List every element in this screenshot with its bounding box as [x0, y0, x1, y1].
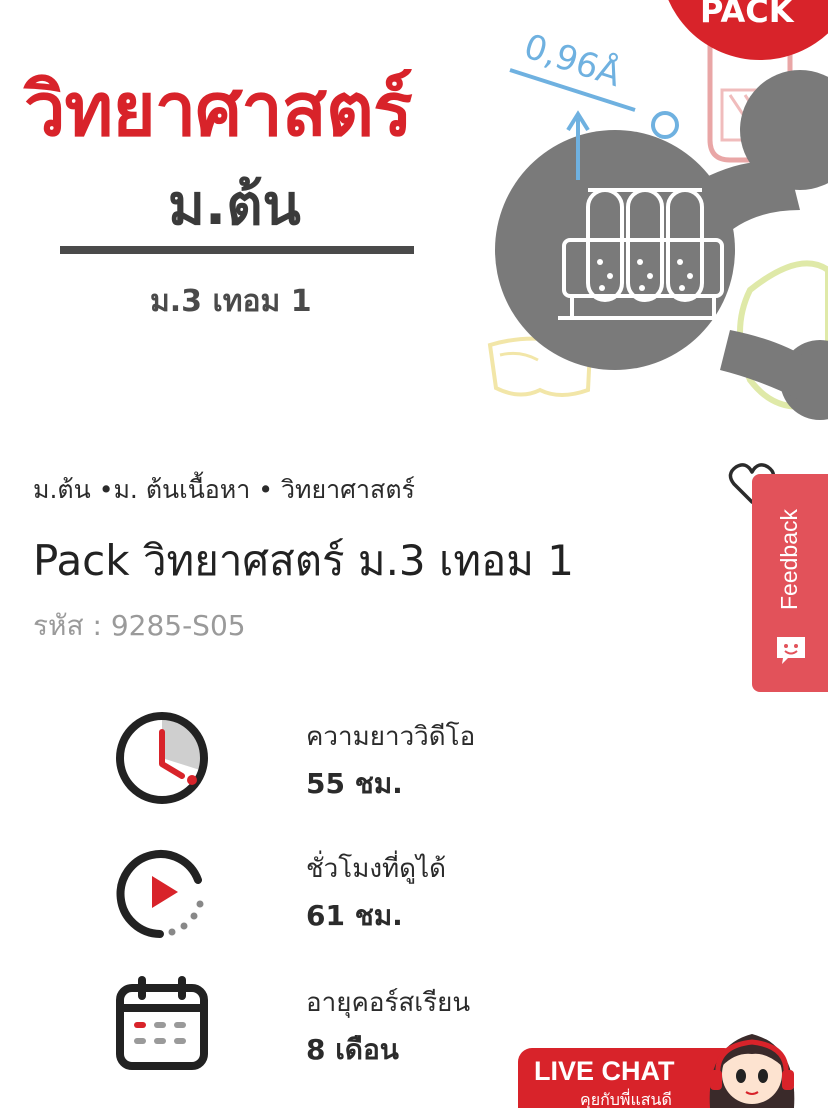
stat-course-duration-label: อายุคอร์สเรียน: [306, 988, 471, 1018]
play-icon: [116, 850, 204, 938]
stat-video-length-value: 55 ชม.: [306, 767, 403, 800]
live-chat-button[interactable]: LIVE CHAT คุยกับพี่แสนดี: [518, 1034, 818, 1108]
banner-title: วิทยาศาสตร์: [24, 67, 413, 153]
feedback-tab[interactable]: Feedback: [752, 474, 828, 692]
course-banner: วิทยาศาสตร์ ม.ต้น ม.3 เทอม 1 0,96Å PACK: [0, 0, 828, 428]
feedback-label: Feedback: [776, 508, 802, 610]
banner-term: ม.3 เทอม 1: [150, 284, 312, 319]
live-chat-subtitle: คุยกับพี่แสนดี: [580, 1090, 672, 1108]
breadcrumb[interactable]: ม.ต้น •ม. ต้นเนื้อหา • วิทยาศาสตร์: [33, 470, 415, 510]
stat-video-length-label: ความยาววิดีโอ: [306, 722, 476, 752]
chat-agent-avatar-icon: [709, 1034, 795, 1108]
formula-doodle: 0,96Å: [519, 26, 626, 96]
live-chat-title: LIVE CHAT: [534, 1056, 675, 1086]
stat-course-duration-value: 8 เดือน: [306, 1033, 399, 1066]
stat-watch-hours-label: ชั่วโมงที่ดูได้: [306, 854, 447, 884]
product-code: รหัส : 9285-S05: [33, 609, 246, 642]
banner-level: ม.ต้น: [168, 173, 301, 238]
stat-watch-hours-value: 61 ชม.: [306, 899, 403, 932]
banner-divider: [60, 246, 414, 254]
product-title: Pack วิทยาศสตร์ ม.3 เทอม 1: [33, 536, 575, 585]
pack-badge: PACK: [700, 0, 794, 30]
calendar-icon: [116, 976, 208, 1070]
smiley-chat-icon: [777, 637, 805, 664]
science-illustration: 0,96Å: [487, 0, 828, 420]
clock-icon: [116, 712, 208, 804]
